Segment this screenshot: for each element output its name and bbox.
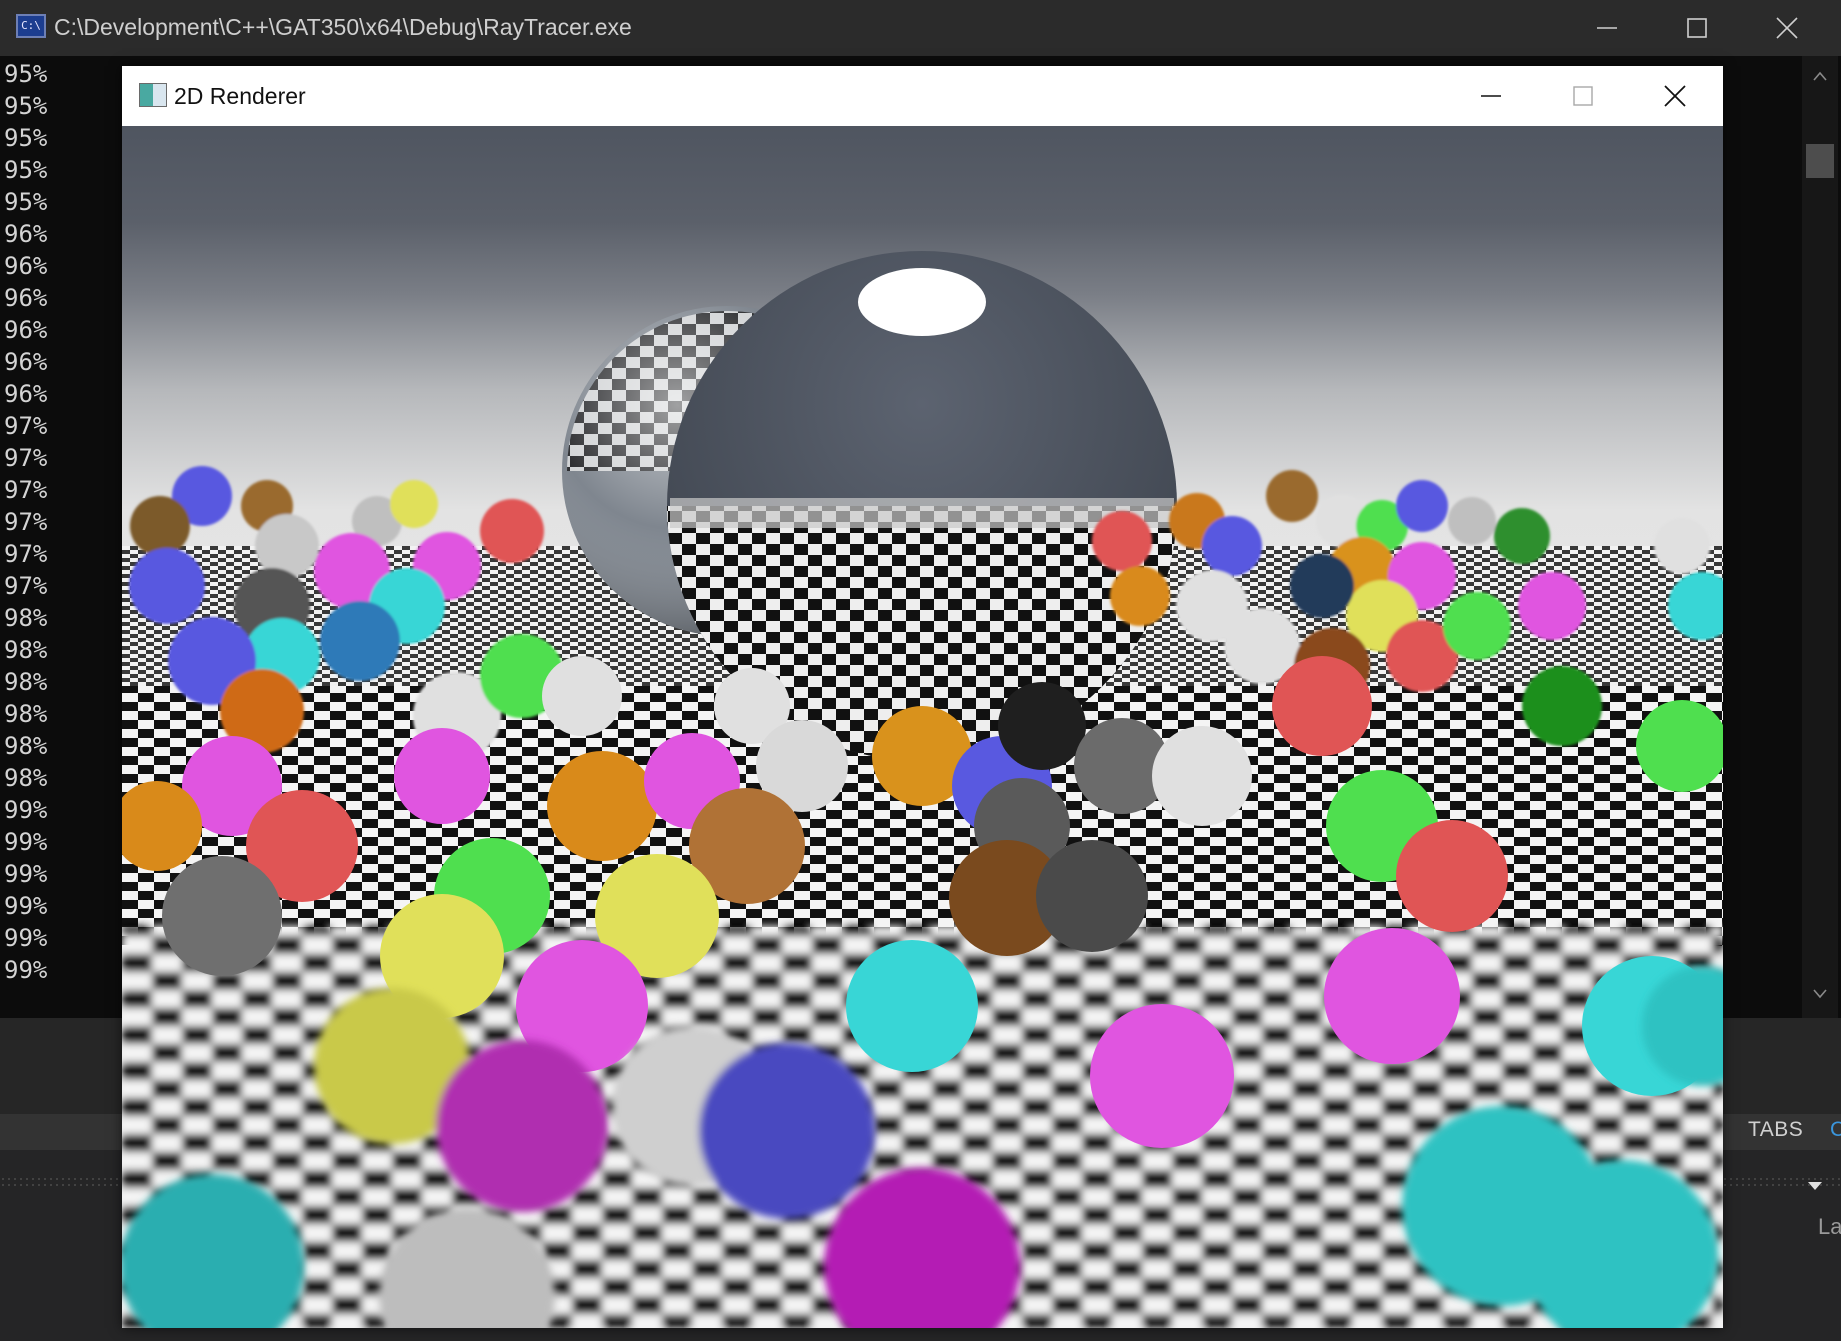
progress-line: 96%	[4, 316, 48, 344]
progress-line: 98%	[4, 636, 48, 664]
progress-line: 97%	[4, 540, 48, 568]
raytraced-render-image	[122, 126, 1723, 1328]
progress-line: 95%	[4, 156, 48, 184]
scrollbar-thumb[interactable]	[1806, 144, 1834, 178]
close-icon	[1664, 85, 1686, 107]
progress-line: 99%	[4, 892, 48, 920]
specular-highlight	[858, 268, 986, 336]
minimize-icon	[1597, 27, 1617, 29]
progress-line: 96%	[4, 252, 48, 280]
progress-line: 95%	[4, 92, 48, 120]
progress-line: 97%	[4, 412, 48, 440]
maximize-icon	[1573, 86, 1593, 106]
renderer-window: 2D Renderer	[122, 66, 1723, 1328]
progress-line: 99%	[4, 956, 48, 984]
progress-line: 97%	[4, 508, 48, 536]
tabs-label[interactable]: TABS	[1748, 1118, 1803, 1142]
progress-line: 99%	[4, 828, 48, 856]
progress-line: 97%	[4, 476, 48, 504]
maximize-button[interactable]	[1652, 0, 1742, 56]
progress-line: 98%	[4, 668, 48, 696]
progress-line: 97%	[4, 572, 48, 600]
app-window-icon	[139, 83, 167, 107]
progress-line: 99%	[4, 924, 48, 952]
progress-line: 96%	[4, 348, 48, 376]
progress-line: 98%	[4, 732, 48, 760]
progress-line: 95%	[4, 60, 48, 88]
close-icon	[1776, 17, 1798, 39]
console-title: C:\Development\C++\GAT350\x64\Debug\RayT…	[54, 14, 632, 40]
console-scrollbar[interactable]	[1802, 56, 1838, 1018]
progress-line: 95%	[4, 188, 48, 216]
tabs-edge-glyph: C	[1830, 1118, 1841, 1141]
progress-line: 99%	[4, 796, 48, 824]
minimize-button[interactable]	[1562, 0, 1652, 56]
partial-panel-label: La	[1818, 1214, 1841, 1239]
render-scene	[122, 126, 1723, 1328]
maximize-icon	[1687, 18, 1707, 38]
progress-line: 98%	[4, 700, 48, 728]
progress-line: 95%	[4, 124, 48, 152]
scroll-up-arrow-icon[interactable]	[1812, 70, 1828, 82]
progress-line: 97%	[4, 444, 48, 472]
minimize-icon	[1481, 95, 1501, 97]
progress-line: 96%	[4, 380, 48, 408]
progress-line: 96%	[4, 220, 48, 248]
progress-line: 96%	[4, 284, 48, 312]
progress-line: 98%	[4, 604, 48, 632]
scroll-down-arrow-icon[interactable]	[1812, 988, 1828, 1000]
chevron-down-icon[interactable]	[1806, 1180, 1824, 1192]
progress-line: 99%	[4, 860, 48, 888]
progress-line: 98%	[4, 764, 48, 792]
renderer-titlebar[interactable]: 2D Renderer	[122, 66, 1723, 126]
renderer-title: 2D Renderer	[174, 83, 306, 109]
close-button[interactable]	[1742, 0, 1832, 56]
console-app-icon: C:\	[16, 14, 46, 38]
progress-output-list: 95% 95% 95% 95% 95% 96% 96% 96% 96% 96% 96% 97% 97% 9…	[4, 58, 47, 986]
renderer-minimize-button[interactable]	[1445, 66, 1537, 126]
console-titlebar[interactable]: C:\ C:\Development\C++\GAT350\x64\Debug\…	[0, 0, 1841, 56]
renderer-maximize-button[interactable]	[1537, 66, 1629, 126]
renderer-close-button[interactable]	[1629, 66, 1721, 126]
